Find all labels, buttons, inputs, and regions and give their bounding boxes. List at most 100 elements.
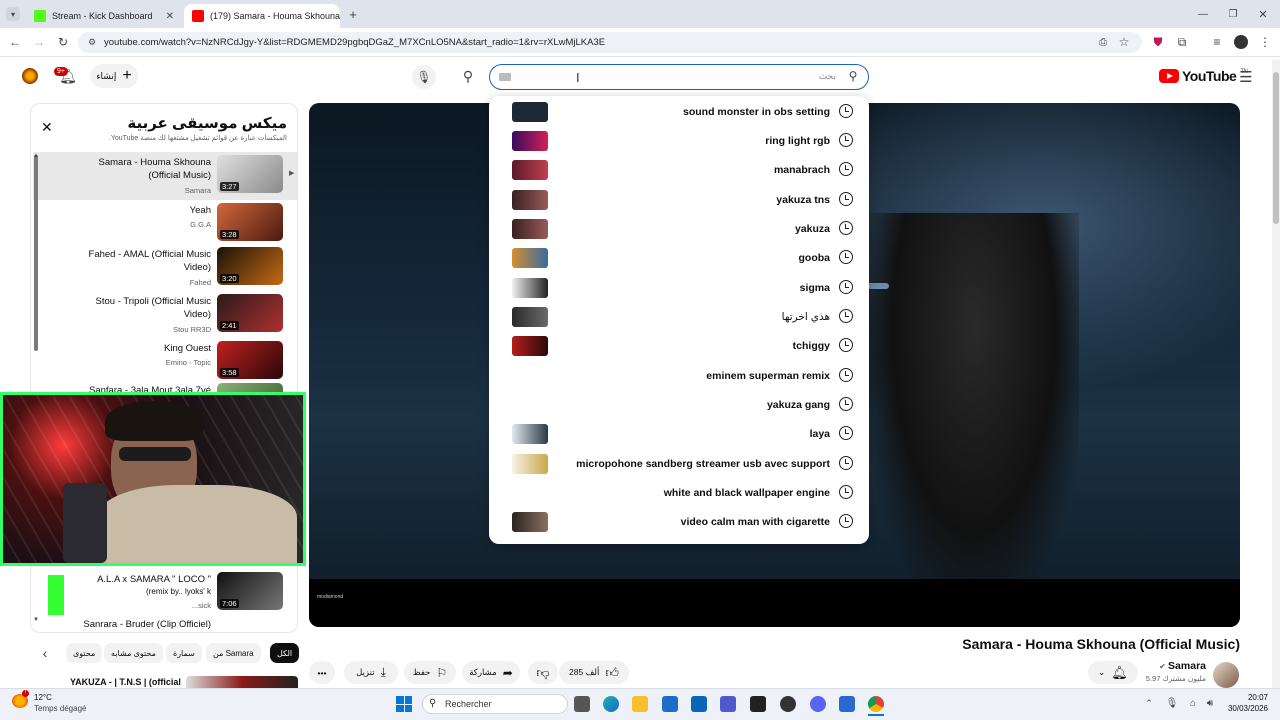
obs-icon[interactable] [780,696,796,712]
chip-samara[interactable]: سمارة [166,643,202,663]
playlist-item[interactable]: 3:58 King Ouest Emino - Topic [33,338,297,386]
tab-kick-dashboard[interactable]: Stream - Kick Dashboard ✕ [26,4,182,28]
windows-start-icon[interactable] [396,696,412,712]
webcam-overlay [0,392,306,566]
next-video-thumbnail[interactable] [186,676,298,688]
suggestion-item[interactable]: yakuza [489,215,869,244]
chevron-left-icon[interactable]: ‹ [38,645,52,661]
bell-icon: 🔔︎ [1111,664,1128,680]
forward-icon[interactable]: → [32,35,46,49]
browser-menu-icon[interactable]: ⋮ [1259,35,1271,49]
install-app-icon[interactable]: ⎙ [1096,35,1110,49]
taskbar-search[interactable]: ⚲ Rechercher [422,694,568,714]
scroll-up-icon[interactable]: ▲ [32,152,40,160]
suggestion-item[interactable]: tchiggy [489,332,869,361]
teams-icon[interactable] [720,696,736,712]
suggestion-item[interactable]: white and black wallpaper engine [489,479,869,508]
media-controls-icon[interactable]: ≡ [1210,35,1224,49]
channel-name[interactable]: ✔ Samara [1150,660,1206,672]
tab-search-icon[interactable]: ▾ [6,7,20,21]
extension-shield-icon[interactable]: ⛊ [1151,35,1165,49]
address-bar[interactable]: ⚙ youtube.com/watch?v=NzNRCdJgy-Y&list=R… [78,32,1142,53]
new-tab-icon[interactable]: + [346,7,360,22]
suggestion-item[interactable]: gooba [489,244,869,273]
profile-avatar[interactable] [1234,35,1248,49]
suggestion-item[interactable]: yakuza gang [489,391,869,420]
store-icon[interactable] [662,696,678,712]
subscribed-button[interactable]: ⌄ 🔔︎ [1088,661,1138,684]
playlist-item[interactable]: 7:06 A.L.A x SAMARA " LOCO " (remix by..… [33,569,297,617]
like-button[interactable]: 285 ألف 👍︎ [559,661,629,684]
close-icon[interactable]: ✕ [41,119,53,136]
share-button[interactable]: مشاركة ➦ [462,661,520,684]
volume-icon[interactable]: 🔊︎ [1204,697,1216,709]
create-button[interactable]: إنشاء + [90,64,138,88]
search-input[interactable]: I بحث ⚲ [489,64,869,90]
close-tab-icon[interactable]: ✕ [166,11,174,22]
file-explorer-icon[interactable] [632,696,648,712]
suggestion-item[interactable]: manabrach [489,156,869,185]
playlist-item[interactable]: 3:20 Fahed - AMAL (Official Music Video)… [33,244,297,292]
back-icon[interactable]: ← [8,35,22,49]
save-button[interactable]: حفظ ⚐ [404,661,456,684]
edge-browser-icon[interactable] [603,696,619,712]
terminal-icon[interactable] [750,696,766,712]
dislike-button[interactable]: 👎︎ [528,661,558,684]
suggestion-item[interactable]: sound monster in obs setting [489,98,869,127]
suggestion-item[interactable]: ring light rgb [489,127,869,156]
tray-chevron-up-icon[interactable]: ⌃ [1143,697,1155,709]
discord-icon[interactable] [810,696,826,712]
playlist-item[interactable]: 2:41 Stou - Tripoli (Official Music Vide… [33,291,297,339]
more-icon: ••• [317,667,327,678]
history-icon [839,514,853,528]
next-video-title[interactable]: YAKUZA - | T.N.S | (official [70,677,181,687]
suggestion-thumbnail [512,454,548,474]
suggestion-item[interactable]: video calm man with cigarette [489,508,869,537]
tray-mic-icon[interactable]: 🎙︎ [1166,697,1179,709]
search-submit-icon[interactable]: ⚲ [846,69,860,83]
suggestion-item[interactable]: sigma [489,274,869,303]
menu-icon[interactable]: ☰ [1238,69,1254,86]
download-button[interactable]: تنزيل ⤓ [344,661,398,684]
more-actions-button[interactable]: ••• [309,661,335,684]
history-icon [839,192,853,206]
scroll-down-icon[interactable]: ▼ [32,616,40,624]
page-scrollbar-thumb[interactable] [1273,72,1279,224]
tab-youtube[interactable]: (179) Samara - Houma Skhouna ✕ [184,4,340,28]
outlook-icon[interactable] [691,696,707,712]
bookmark-star-icon[interactable]: ☆ [1117,35,1131,49]
close-window-icon[interactable]: ✕ [1256,7,1270,21]
chip-more[interactable]: محتوى [66,643,103,663]
extensions-puzzle-icon[interactable]: ⧉ [1175,35,1189,49]
playlist-item-current[interactable]: 3:27 Samara - Houma Skhouna (Official Mu… [33,152,297,200]
channel-avatar[interactable] [1213,662,1239,688]
playlist-item[interactable]: 3:28 Yeah G.G.A [33,200,297,248]
chip-related[interactable]: محتوى مشابه [104,643,163,663]
reload-icon[interactable]: ↻ [56,35,70,49]
playlist-item[interactable]: Sanrara - Bruder (Clip Officiel) [33,614,297,632]
mic-icon[interactable]: 🎙︎ [412,65,436,89]
minimize-icon[interactable]: — [1196,7,1210,21]
suggestion-item[interactable]: yakuza tns [489,186,869,215]
site-info-icon[interactable]: ⚙ [86,36,98,48]
clock-time[interactable]: 20:07 [1230,693,1268,702]
channel-avatar[interactable] [22,68,38,84]
keyboard-icon[interactable] [499,73,511,81]
suggestion-thumbnail [512,219,548,239]
suggestion-item[interactable]: eminem superman remix [489,362,869,391]
network-icon[interactable]: ⌂ [1187,697,1199,709]
download-label: تنزيل [356,667,375,677]
suggestion-item[interactable]: micropohone sandberg streamer usb avec s… [489,450,869,479]
task-view-icon[interactable] [574,696,590,712]
chrome-icon[interactable] [868,696,884,712]
suggestion-item[interactable]: هذي اخرتها [489,303,869,332]
youtube-logo[interactable]: YouTube TN [1159,68,1248,84]
search-icon[interactable]: ⚲ [458,66,478,86]
suggestion-item[interactable]: laya [489,420,869,449]
chip-all[interactable]: الكل [270,643,300,663]
playlist-scrollbar[interactable] [34,155,38,351]
chip-from-channel[interactable]: من Samara [206,643,261,663]
maximize-icon[interactable]: ❐ [1226,7,1240,21]
clock-date[interactable]: 30/03/2026 [1222,704,1268,713]
security-shield-icon[interactable] [839,696,855,712]
